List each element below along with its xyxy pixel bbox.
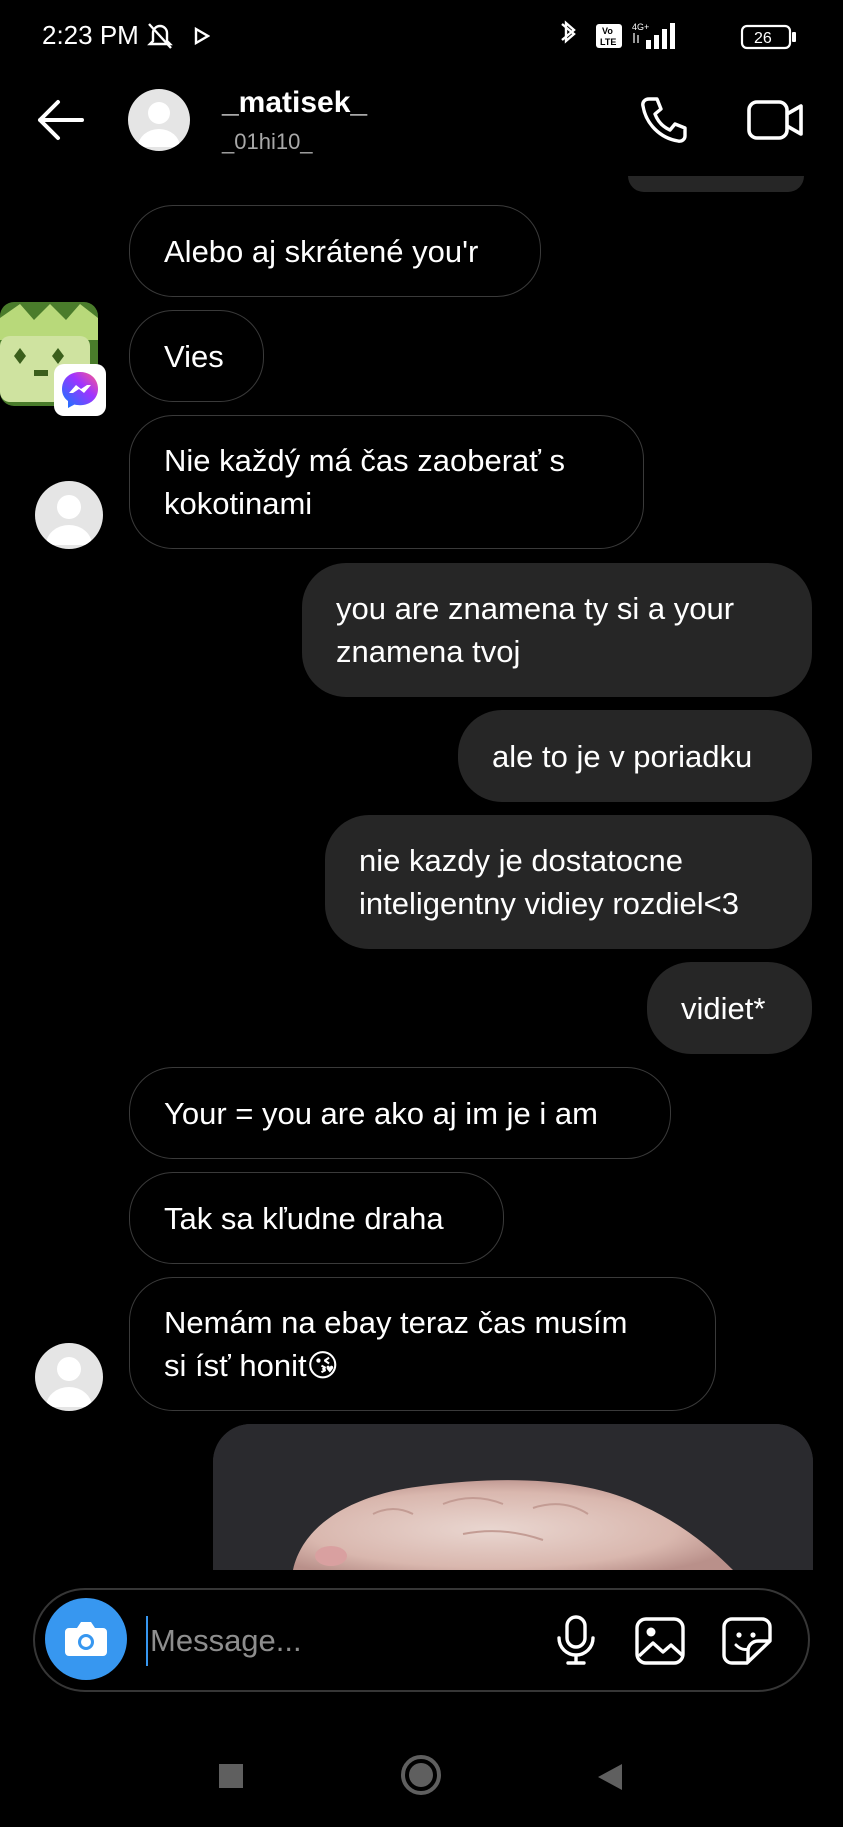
status-icons: Vo LTE 4G+ 26 — [552, 18, 800, 54]
messenger-icon — [54, 364, 106, 416]
message-text: Tak sa kľudne draha — [164, 1200, 444, 1236]
nav-back-button[interactable] — [596, 1762, 624, 1792]
message-incoming[interactable]: Alebo aj skrátené you'r — [129, 205, 541, 297]
message-outgoing[interactable]: nie kazdy je dostatocne inteligentny vid… — [325, 815, 812, 949]
photo-message[interactable] — [213, 1424, 813, 1570]
microphone-icon[interactable] — [554, 1614, 598, 1666]
reaction-sticker — [0, 300, 106, 416]
previous-message-bubble — [628, 176, 804, 192]
gallery-icon[interactable] — [634, 1616, 686, 1666]
message-incoming[interactable]: Nemám na ebay teraz čas musím si ísť hon… — [129, 1277, 716, 1411]
back-arrow-icon[interactable] — [34, 98, 86, 142]
battery-icon: 26 — [740, 24, 796, 50]
message-incoming[interactable]: Your = you are ako aj im je i am — [129, 1067, 671, 1159]
message-incoming[interactable]: Tak sa kľudne draha — [129, 1172, 504, 1264]
message-outgoing[interactable]: you are znamena ty si a your znamena tvo… — [302, 563, 812, 697]
message-text: you are znamena ty si a your znamena tvo… — [336, 591, 735, 669]
message-text: Your = you are ako aj im je i am — [164, 1095, 598, 1131]
sticker-icon[interactable] — [721, 1616, 773, 1666]
subname[interactable]: _01hi10_ — [222, 129, 313, 155]
network-label: 4G+ — [632, 22, 649, 32]
message-text: Alebo aj skrátené you'r — [164, 233, 479, 269]
message-text: ale to je v poriadku — [492, 738, 753, 774]
signal-icon: 4G+ — [632, 22, 675, 49]
phone-icon[interactable] — [638, 94, 690, 146]
sender-avatar[interactable] — [35, 481, 103, 549]
message-outgoing[interactable]: ale to je v poriadku — [458, 710, 812, 802]
camera-button[interactable] — [45, 1598, 127, 1680]
status-time: 2:23 PM — [42, 20, 139, 50]
message-text: Nie každý má čas zaoberať s kokotinami — [164, 443, 566, 521]
camera-icon — [65, 1622, 107, 1656]
svg-text:Vo: Vo — [602, 26, 613, 36]
recent-apps-button[interactable] — [219, 1764, 243, 1788]
volte-icon: Vo LTE — [596, 24, 622, 48]
message-input[interactable] — [146, 1616, 532, 1666]
message-text: Vies — [164, 338, 224, 374]
sender-avatar[interactable] — [35, 1343, 103, 1411]
play-icon — [194, 27, 210, 45]
message-text: vidiet* — [681, 990, 766, 1026]
bluetooth-icon — [561, 20, 576, 44]
message-text: nie kazdy je dostatocne inteligentny vid… — [359, 843, 739, 921]
username[interactable]: _matisek_ — [222, 86, 367, 120]
video-camera-icon[interactable] — [745, 94, 805, 146]
home-button[interactable] — [400, 1754, 442, 1796]
svg-text:LTE: LTE — [600, 37, 616, 47]
message-outgoing[interactable]: vidiet* — [647, 962, 812, 1054]
message-text: Nemám na ebay teraz čas musím si ísť hon… — [164, 1305, 628, 1383]
muted-bell-icon — [147, 23, 173, 49]
header-avatar[interactable] — [128, 89, 190, 151]
message-incoming[interactable]: Nie každý má čas zaoberať s kokotinami — [129, 415, 644, 549]
battery-level: 26 — [754, 30, 772, 47]
message-incoming[interactable]: Vies — [129, 310, 264, 402]
